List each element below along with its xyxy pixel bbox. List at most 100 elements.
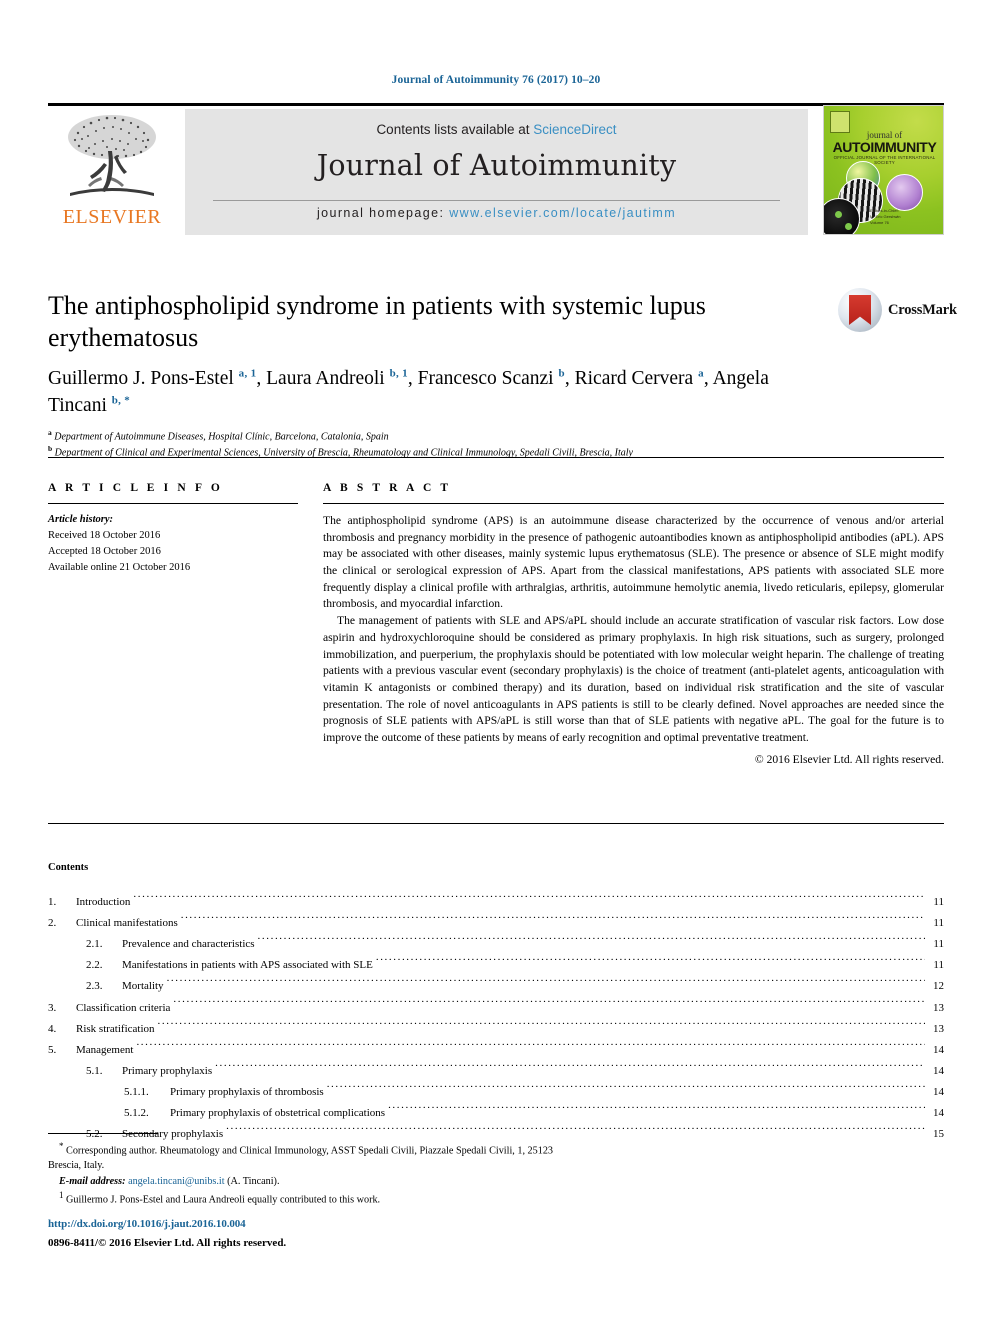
masthead-panel: Contents lists available at ScienceDirec…: [185, 109, 808, 235]
equal-contribution-note: 1 Guillermo J. Pons-Estel and Laura Andr…: [48, 1189, 568, 1207]
toc-leader-dots: [388, 1105, 925, 1116]
toc-entry-title: Management: [76, 1043, 134, 1056]
elsevier-tree-icon: [68, 115, 156, 196]
toc-entry[interactable]: 2.1. Prevalence and characteristics 11: [48, 934, 944, 955]
author-name[interactable]: Guillermo J. Pons-Estel: [48, 368, 239, 389]
toc-entry[interactable]: 5.1. Primary prophylaxis 14: [48, 1061, 944, 1082]
toc-entry-title: Primary prophylaxis of obstetrical compl…: [170, 1107, 386, 1120]
journal-title: Journal of Autoimmunity: [316, 149, 677, 182]
asterisk-icon: *: [59, 1141, 64, 1151]
cover-journal-name: AUTOIMMUNITY: [832, 139, 937, 155]
toc-entry-title: Prevalence and characteristics: [122, 938, 255, 951]
toc-entry-page: 14: [933, 1043, 944, 1056]
email-label: E-mail address:: [59, 1175, 126, 1187]
journal-homepage-line: journal homepage: www.elsevier.com/locat…: [185, 206, 808, 220]
abstract-section: A B S T R A C T The antiphospholipid syn…: [323, 482, 944, 766]
toc-entry-title: Primary prophylaxis of thrombosis: [170, 1085, 324, 1098]
crossmark-bookmark-icon: [849, 295, 871, 325]
toc-entry-number: 5.1.: [86, 1064, 103, 1077]
toc-entry[interactable]: 5. Management 14: [48, 1040, 944, 1061]
toc-entry-number: 5.1.2.: [124, 1107, 149, 1120]
crossmark-badge[interactable]: CrossMark: [838, 288, 957, 340]
author-name[interactable]: Laura Andreoli: [266, 368, 389, 389]
homepage-divider: [213, 200, 780, 201]
toc-entry-number: 5.1.1.: [124, 1085, 149, 1098]
toc-leader-dots: [258, 936, 925, 947]
toc-entry-number: 3.: [48, 1001, 57, 1014]
sciencedirect-link[interactable]: ScienceDirect: [533, 122, 616, 137]
toc-leader-dots: [173, 1000, 925, 1011]
abstract-body: The antiphospholipid syndrome (APS) is a…: [323, 513, 944, 747]
cover-footer-line-3: Volume 76: [870, 220, 889, 225]
toc-entry-number: 5.: [48, 1043, 57, 1056]
email-link[interactable]: angela.tincani@unibs.it: [128, 1176, 225, 1187]
toc-entry-page: 14: [933, 1064, 944, 1077]
toc-leader-dots: [167, 978, 925, 989]
toc-entry-page: 15: [933, 1128, 944, 1141]
issn-copyright: 0896-8411/© 2016 Elsevier Ltd. All right…: [48, 1237, 287, 1249]
crossmark-label: CrossMark: [888, 302, 957, 318]
toc-leader-dots: [133, 894, 925, 905]
toc-entry-page: 11: [933, 938, 944, 951]
author-separator: ,: [703, 368, 713, 390]
toc-leader-dots: [376, 957, 925, 968]
contents-heading: Contents: [48, 862, 89, 873]
toc-entry-page: 14: [933, 1085, 944, 1098]
article-info-section: A R T I C L E I N F O Article history: R…: [48, 482, 298, 576]
contents-lists-prefix: Contents lists available at: [376, 122, 534, 137]
email-note: E-mail address: angela.tincani@unibs.it …: [48, 1174, 568, 1189]
doi-link[interactable]: http://dx.doi.org/10.1016/j.jaut.2016.10…: [48, 1218, 246, 1230]
crossmark-disc-icon: [838, 288, 882, 332]
title-block: The antiphospholipid syndrome in patient…: [48, 290, 828, 461]
article-received-date: Received 18 October 2016: [48, 529, 161, 541]
journal-homepage-label: journal homepage:: [316, 206, 450, 220]
toc-entry[interactable]: 2.3. Mortality 12: [48, 976, 944, 997]
affiliation-item: a Department of Autoimmune Diseases, Hos…: [48, 428, 828, 445]
abstract-rule: [323, 503, 944, 504]
toc-entry-page: 11: [933, 896, 944, 908]
toc-entry-title: Introduction: [76, 896, 131, 908]
author-name[interactable]: Francesco Scanzi: [418, 368, 559, 389]
abstract-paragraph-1: The antiphospholipid syndrome (APS) is a…: [323, 514, 944, 611]
author-name[interactable]: Ricard Cervera: [575, 368, 698, 389]
toc-entry-page: 13: [933, 1022, 944, 1035]
toc-entry[interactable]: 5.1.1. Primary prophylaxis of thrombosis 1…: [48, 1082, 944, 1103]
toc-entry[interactable]: 4. Risk stratification 13: [48, 1019, 944, 1040]
toc-leader-dots: [327, 1084, 925, 1095]
abstract-section-top-rule: [48, 457, 944, 458]
author-list: Guillermo J. Pons-Estel a, 1, Laura Andr…: [48, 366, 828, 418]
toc-entry[interactable]: 2. Clinical manifestations 11: [48, 913, 944, 934]
running-head: Journal of Autoimmunity 76 (2017) 10–20: [391, 74, 601, 86]
page-title: The antiphospholipid syndrome in patient…: [48, 291, 706, 353]
author-separator: ,: [256, 368, 267, 390]
toc-entry-title: Mortality: [122, 980, 164, 993]
affiliation-item: b Department of Clinical and Experimenta…: [48, 444, 828, 461]
toc-entry-title: Classification criteria: [76, 1001, 171, 1014]
toc-entry-title: Clinical manifestations: [76, 917, 178, 930]
corresponding-author-note: * Corresponding author. Rheumatology and…: [48, 1140, 568, 1174]
masthead-top-rule: [48, 103, 944, 106]
elsevier-logo: ELSEVIER: [48, 109, 176, 235]
journal-masthead: ELSEVIER Contents lists available at Sci…: [48, 103, 944, 235]
table-of-contents: 1. Introduction 11 2. Clinical manifestation…: [48, 892, 944, 1145]
toc-entry[interactable]: 1. Introduction 11: [48, 892, 944, 913]
toc-entry[interactable]: 5.1.2. Primary prophylaxis of obstetrical…: [48, 1103, 944, 1124]
journal-homepage-url[interactable]: www.elsevier.com/locate/jautimm: [449, 206, 676, 220]
journal-cover-thumbnail: journal of AUTOIMMUNITY OFFICIAL JOURNAL…: [823, 105, 944, 235]
toc-entry-page: 11: [933, 917, 944, 930]
article-info-rule: [48, 503, 298, 504]
elsevier-wordmark: ELSEVIER: [62, 206, 162, 228]
email-owner: (A. Tincani).: [227, 1175, 280, 1187]
toc-leader-dots: [226, 1126, 925, 1137]
author-affiliation-mark: b, *: [111, 394, 131, 407]
cover-circle-image-3: [886, 174, 923, 211]
article-history-label: Article history:: [48, 514, 114, 525]
contents-lists-line: Contents lists available at ScienceDirec…: [185, 122, 808, 137]
toc-entry-page: 13: [933, 1001, 944, 1014]
footnote-marker-1: 1: [59, 1189, 64, 1200]
toc-leader-dots: [136, 1042, 925, 1053]
toc-entry[interactable]: 3. Classification criteria 13: [48, 998, 944, 1019]
article-accepted-date: Accepted 18 October 2016: [48, 545, 161, 557]
article-available-online-date: Available online 21 October 2016: [48, 561, 191, 573]
toc-entry[interactable]: 2.2. Manifestations in patients with APS …: [48, 955, 944, 976]
